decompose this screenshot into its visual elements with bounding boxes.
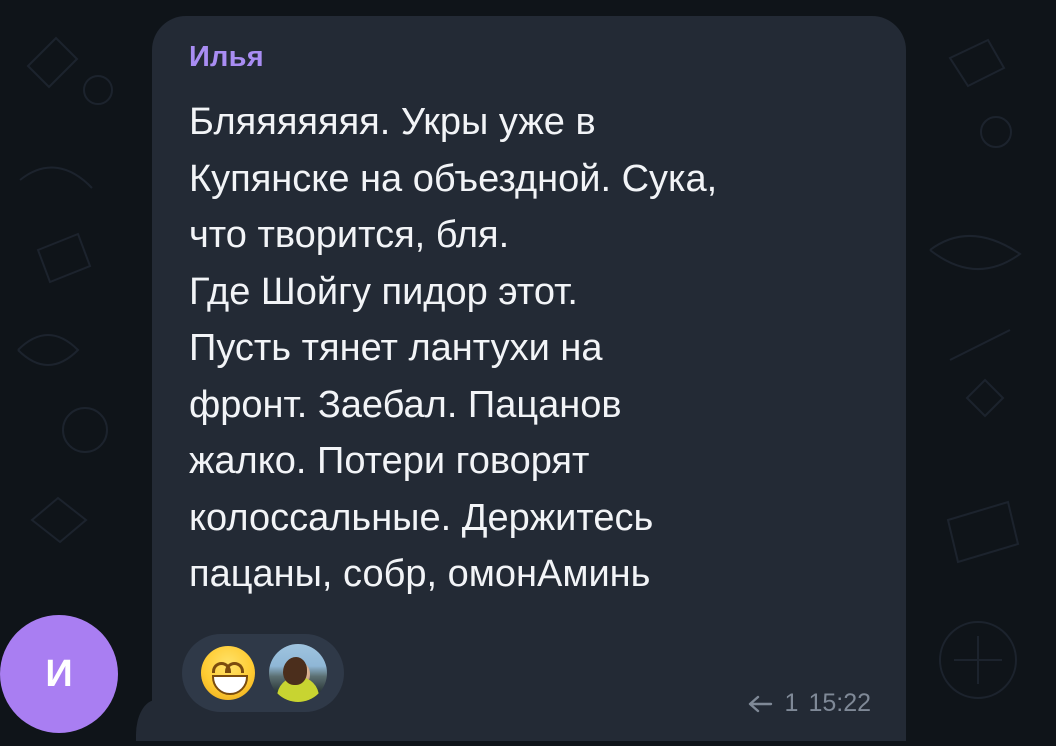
grinning-face-icon[interactable] [201,646,255,700]
reply-icon[interactable] [745,694,775,714]
user-avatar[interactable]: И [0,615,118,733]
sender-name[interactable]: Илья [189,41,264,74]
message-meta: 1 15:22 [745,689,871,718]
emoji-mouth [212,675,248,695]
avatar-initial: И [45,652,73,695]
reply-count[interactable]: 1 [785,689,799,718]
message-text: Бляяяяяяя. Укры уже в Купянске на объезд… [189,101,718,595]
reactions-bar[interactable] [182,634,344,712]
reaction-avatar-hair [283,657,307,685]
emoji-right-eye [225,662,244,673]
reaction-user-avatar[interactable] [269,644,327,702]
message-time: 15:22 [808,689,871,717]
